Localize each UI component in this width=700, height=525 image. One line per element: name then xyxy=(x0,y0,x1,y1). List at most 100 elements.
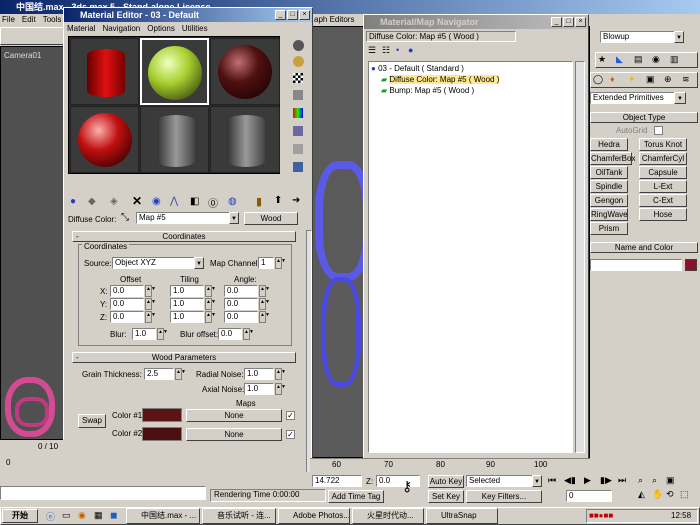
zoom-all-icon[interactable]: ⌕ xyxy=(652,475,657,486)
zoom-extents-icon[interactable]: ▣ xyxy=(666,475,675,486)
maximize-viewport-icon[interactable]: ⬚ xyxy=(680,489,689,500)
start-button[interactable]: 开始 xyxy=(2,509,38,523)
wood-rollout-header[interactable]: Wood Parameters - xyxy=(72,352,296,363)
get-material-icon[interactable]: ● xyxy=(70,196,76,207)
explorer-icon[interactable]: ▦ xyxy=(94,510,103,521)
pick-material-icon[interactable]: ⤡ xyxy=(121,212,129,223)
selected-dropdown-arrow[interactable]: ▼ xyxy=(532,475,542,487)
angle-y-field[interactable]: 0.0 xyxy=(224,298,258,310)
coord-z-field[interactable]: 0.0 xyxy=(376,475,420,487)
put-to-scene-icon[interactable]: ◆ xyxy=(88,196,96,207)
make-unique-icon[interactable]: ⋀ xyxy=(170,196,178,207)
autogrid-checkbox[interactable] xyxy=(654,126,663,135)
color1-swatch[interactable] xyxy=(142,408,182,422)
chamferbox-button[interactable]: ChamferBox xyxy=(590,152,635,165)
reset-icon[interactable]: ✕ xyxy=(132,194,142,208)
close-button[interactable]: × xyxy=(299,10,310,20)
color2-map-checkbox[interactable]: ✓ xyxy=(286,430,295,439)
tiling-y-field[interactable]: 1.0 xyxy=(170,298,204,310)
modify-tab-icon[interactable]: ◣ xyxy=(616,54,623,65)
capsule-button[interactable]: Capsule xyxy=(639,166,687,179)
shapes-icon[interactable]: ♦ xyxy=(610,74,615,84)
assign-material-icon[interactable]: ◈ xyxy=(110,196,118,207)
task-music[interactable]: 音乐试听 - 连... xyxy=(202,508,276,524)
task-photoshop[interactable]: Adobe Photos... xyxy=(278,508,350,524)
set-key-button[interactable]: Set Key xyxy=(428,490,464,503)
play-icon[interactable]: ▶ xyxy=(584,475,591,486)
menu-navigation[interactable]: Navigation xyxy=(102,24,140,33)
l-ext-button[interactable]: L-Ext xyxy=(639,180,687,193)
spacewarps-icon[interactable]: ≋ xyxy=(682,74,690,85)
options-icon[interactable] xyxy=(293,144,303,154)
task-hxsd[interactable]: 火星时代动... xyxy=(352,508,424,524)
navigator-minimize-button[interactable]: _ xyxy=(551,17,562,27)
menu-material[interactable]: Material xyxy=(67,24,95,33)
blowup-dropdown[interactable]: Blowup xyxy=(600,31,684,43)
sample-slot-1[interactable] xyxy=(70,38,139,105)
coordinates-rollout-header[interactable]: Coordinates - xyxy=(72,231,296,242)
offset-z-spinner[interactable]: ▲▼ xyxy=(145,311,156,323)
sample-slot-4[interactable] xyxy=(70,106,139,173)
key-filters-button[interactable]: Key Filters... xyxy=(466,490,542,503)
go-forward-icon[interactable]: ➜ xyxy=(292,195,300,206)
gengon-button[interactable]: Gengon xyxy=(590,194,628,207)
color1-map-checkbox[interactable]: ✓ xyxy=(286,411,295,420)
grain-thickness-spinner[interactable]: ▲▼ xyxy=(175,368,186,380)
show-end-icon[interactable]: ▮ xyxy=(256,195,262,208)
make-copy-icon[interactable]: ◉ xyxy=(152,196,161,207)
blur-field[interactable]: 1.0 xyxy=(132,328,156,340)
view-list-icons-icon[interactable]: ☷ xyxy=(382,45,390,56)
object-type-header[interactable]: Object Type xyxy=(590,112,698,123)
view-list-icon[interactable]: ☰ xyxy=(368,45,376,56)
map-channel-spinner[interactable]: ▲▼ xyxy=(275,257,286,269)
spindle-button[interactable]: Spindle xyxy=(590,180,628,193)
chamfercyl-button[interactable]: ChamferCyl xyxy=(639,152,687,165)
put-library-icon[interactable]: ◧ xyxy=(190,196,199,207)
material-effects-icon[interactable]: ⓪ xyxy=(208,195,218,210)
geometry-icon[interactable]: ◯ xyxy=(593,74,603,85)
name-color-header[interactable]: Name and Color xyxy=(590,242,698,253)
object-color-swatch[interactable] xyxy=(685,259,697,271)
offset-y-field[interactable]: 0.0 xyxy=(110,298,144,310)
display-tab-icon[interactable]: ▥ xyxy=(670,54,679,65)
blur-offset-spinner[interactable]: ▲▼ xyxy=(243,328,254,340)
coord-y-field[interactable]: 14.722 xyxy=(312,475,362,487)
view-small-icons-icon[interactable]: • xyxy=(396,45,399,55)
color1-map-button[interactable]: None xyxy=(186,409,282,422)
offset-z-field[interactable]: 0.0 xyxy=(110,311,144,323)
background-icon[interactable] xyxy=(293,73,303,83)
previous-frame-icon[interactable]: ◀▮ xyxy=(564,475,576,486)
source-dropdown-arrow[interactable]: ▼ xyxy=(194,257,204,269)
view-large-icons-icon[interactable]: ● xyxy=(408,45,413,55)
motion-tab-icon[interactable]: ◉ xyxy=(652,54,660,65)
navigator-maximize-button[interactable]: □ xyxy=(563,17,574,27)
lights-icon[interactable]: ✦ xyxy=(628,74,636,85)
menu-options[interactable]: Options xyxy=(147,24,175,33)
media-icon[interactable]: ◉ xyxy=(78,510,86,521)
menu-edit[interactable]: Edit xyxy=(22,15,36,24)
menu-utilities[interactable]: Utilities xyxy=(182,24,208,33)
sample-slot-6[interactable] xyxy=(210,106,280,173)
sample-slot-5[interactable] xyxy=(140,106,209,173)
show-map-icon[interactable]: ◍ xyxy=(228,196,237,207)
selected-dropdown[interactable]: Selected xyxy=(466,475,542,487)
prism-button[interactable]: Prism xyxy=(590,222,628,235)
tiling-z-spinner[interactable]: ▲▼ xyxy=(205,311,216,323)
map-type-button[interactable]: Wood xyxy=(244,212,298,225)
navigator-close-button[interactable]: × xyxy=(575,17,586,27)
radial-noise-field[interactable]: 1.0 xyxy=(244,368,274,380)
angle-x-field[interactable]: 0.0 xyxy=(224,285,258,297)
map-name-dropdown[interactable]: ▼ xyxy=(229,212,239,224)
offset-y-spinner[interactable]: ▲▼ xyxy=(145,298,156,310)
c-ext-button[interactable]: C-Ext xyxy=(639,194,687,207)
hierarchy-tab-icon[interactable]: ▤ xyxy=(634,54,643,65)
torus-knot-button[interactable]: Torus Knot xyxy=(639,138,687,151)
tree-item-bump[interactable]: ▰ Bump: Map #5 ( Wood ) xyxy=(381,86,474,96)
tiling-z-field[interactable]: 1.0 xyxy=(170,311,204,323)
ie-icon[interactable]: ⓔ xyxy=(46,510,55,523)
menu-file[interactable]: File xyxy=(2,15,15,24)
backlight-icon[interactable] xyxy=(293,56,304,67)
menu-graph-editors[interactable]: aph Editors xyxy=(314,15,354,25)
ringwave-button[interactable]: RingWave xyxy=(590,208,628,221)
angle-z-spinner[interactable]: ▲▼ xyxy=(259,311,270,323)
